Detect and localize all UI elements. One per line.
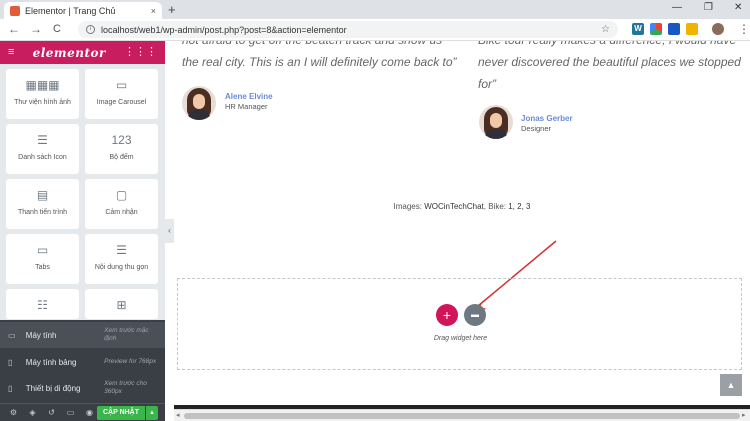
preview-canvas: not afraid to get off the beaten track a… [174,41,750,407]
horizontal-scrollbar[interactable]: ◂ ▸ [174,409,750,421]
widget-accordion[interactable]: ☰ Nội dung thu gọn [85,234,158,284]
device-description: Xem trước mặc định [104,327,149,342]
device-name: Máy tính bảng [25,357,77,367]
browser-menu-icon[interactable]: ⋮ [738,21,750,37]
browser-tab[interactable]: Elementor | Trang Chủ × [4,2,162,19]
settings-icon[interactable]: ⚙ [4,408,23,417]
widget-label: Danh sách Icon [18,154,67,161]
widget-image-carousel[interactable]: ▭ Image Carousel [85,69,158,119]
social-icons-icon: ⊞ [116,298,127,312]
device-desktop[interactable]: ▭ Máy tính Xem trước mặc định [0,322,165,348]
widget-toggle[interactable]: ☷ [6,289,79,319]
back-button[interactable]: ← [8,22,20,36]
widget-gallery[interactable]: ▦▦▦ Thư viện hình ảnh [6,69,79,119]
device-name: Máy tính [25,330,57,340]
widget-label: Image Carousel [96,99,147,106]
reload-button[interactable]: C [53,22,61,36]
widget-label: Nội dung thu gọn [94,264,149,271]
maximize-button[interactable]: ❐ [704,2,713,13]
scroll-right-icon[interactable]: ▸ [742,411,746,419]
new-tab-button[interactable]: + [168,3,176,16]
counter-icon: 123 [111,133,132,147]
blue-extension-icon[interactable] [668,23,680,35]
device-description: Preview for 768px [104,358,157,365]
browser-toolbar: ← → C i localhost/web1/wp-admin/post.php… [0,19,750,41]
device-mobile[interactable]: ▯ Thiết bị di động Xem trước cho 360px [0,375,165,401]
carousel-icon: ▭ [115,78,128,92]
browser-tab-bar: Elementor | Trang Chủ × + — ❐ ✕ [0,0,750,19]
widget-label: Thanh tiến trình [17,209,68,216]
mobile-icon: ▯ [8,383,13,393]
device-description: Xem trước cho 360px [104,380,147,395]
widgets-grid-icon[interactable]: ⋮⋮⋮ [124,47,157,58]
info-icon[interactable]: i [86,25,95,34]
update-options-caret-icon[interactable]: ▲ [146,406,158,420]
widget-counter[interactable]: 123 Bộ đếm [85,124,158,174]
address-bar[interactable]: i localhost/web1/wp-admin/post.php?post=… [78,21,618,38]
scroll-to-top-button[interactable]: ▲ [720,374,742,396]
tablet-icon: ▯ [8,357,13,367]
drag-widget-hint: Drag widget here [433,335,488,342]
widget-icon-list[interactable]: ☰ Danh sách Icon [6,124,79,174]
progress-icon: ▤ [36,188,49,202]
yellow-extension-icon[interactable] [686,23,698,35]
widget-label: Tabs [35,264,50,271]
widget-testimonial[interactable]: ▢ Cảm nhận [85,179,158,229]
add-template-folder-icon[interactable]: ▬ [464,304,486,326]
tab-title: Elementor | Trang Chủ [25,5,116,16]
window-close-button[interactable]: ✕ [734,2,742,13]
add-section-button[interactable]: + [436,304,458,326]
widget-label: Thư viện hình ảnh [14,99,71,106]
update-button[interactable]: CẬP NHẬT [97,406,145,420]
hamburger-menu-icon[interactable]: ≡ [8,47,14,58]
responsive-icon[interactable]: ▭ [61,408,80,417]
widget-tabs[interactable]: ▭ Tabs [6,234,79,284]
elementor-logo: elementor [32,45,106,60]
toggle-icon: ☷ [37,298,48,312]
testimonial-icon: ▢ [115,188,128,202]
panel-footer: ⚙ ◈ ↺ ▭ ◉ CẬP NHẬT ▲ [0,403,165,421]
responsive-mode-menu: ▭ Máy tính Xem trước mặc định ▯ Máy tính… [0,320,165,403]
elementor-panel: ≡ elementor ⋮⋮⋮ ▦▦▦ Thư viện hình ảnh ▭ … [0,41,165,421]
forward-button[interactable]: → [30,22,42,36]
accordion-icon: ☰ [116,243,127,257]
navigator-icon[interactable]: ◈ [23,408,42,417]
elementor-favicon-icon [10,5,20,16]
scroll-left-icon[interactable]: ◂ [176,411,180,419]
tab-close-icon[interactable]: × [151,6,156,16]
history-icon[interactable]: ↺ [42,408,61,417]
drop-area[interactable]: + ▬ Drag widget here [177,278,742,370]
widget-label: Cảm nhận [105,209,138,216]
bookmark-star-icon[interactable]: ☆ [601,24,610,35]
widget-label: Bộ đếm [109,154,134,161]
desktop-icon: ▭ [8,330,16,340]
color-extension-icon[interactable] [650,23,662,35]
device-tablet[interactable]: ▯ Máy tính bảng Preview for 768px [0,349,165,375]
widget-progress-bar[interactable]: ▤ Thanh tiến trình [6,179,79,229]
minimize-button[interactable]: — [672,2,682,13]
panel-header: ≡ elementor ⋮⋮⋮ [0,41,165,64]
scrollbar-thumb[interactable] [184,413,740,419]
tabs-icon: ▭ [36,243,49,257]
widget-social-icons[interactable]: ⊞ [85,289,158,319]
wordpress-extension-icon[interactable]: W [632,23,644,35]
profile-avatar-icon[interactable] [712,23,724,35]
collapse-panel-icon[interactable]: ‹ [165,219,174,243]
url-text: localhost/web1/wp-admin/post.php?post=8&… [101,24,347,35]
device-name: Thiết bị di động [25,383,81,393]
list-icon: ☰ [37,133,48,147]
gallery-icon: ▦▦▦ [25,78,60,92]
